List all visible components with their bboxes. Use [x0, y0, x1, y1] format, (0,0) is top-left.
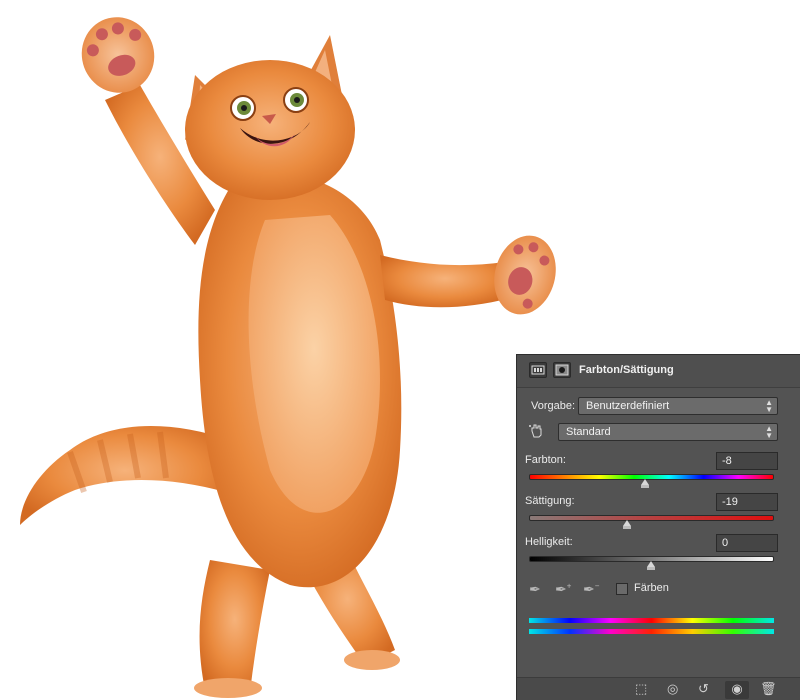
- saturation-label: Sättigung:: [525, 495, 575, 507]
- preset-select-value: Benutzerdefiniert: [586, 400, 670, 412]
- colorize-label: Färben: [634, 582, 669, 594]
- channel-select-value: Standard: [566, 426, 611, 438]
- hue-label: Farbton:: [525, 454, 566, 466]
- clip-to-layer-icon[interactable]: ⬚: [635, 681, 647, 697]
- hue-slider-track[interactable]: [529, 474, 774, 480]
- panel-header: Farbton/Sättigung: [517, 355, 800, 388]
- output-color-bar: [529, 629, 774, 634]
- reset-icon[interactable]: ↺: [698, 681, 709, 697]
- properties-panel: Farbton/Sättigung Vorgabe: Benutzerdefin…: [516, 354, 800, 700]
- eyedropper-minus-icon[interactable]: ✒−: [583, 581, 599, 598]
- saturation-slider-track[interactable]: [529, 515, 774, 521]
- panel-footer: ⬚ ◎ ↺ ◉ 🗑: [517, 677, 800, 700]
- adjustment-layer-button[interactable]: [529, 362, 547, 378]
- eye-icon[interactable]: ◉: [725, 681, 749, 699]
- lightness-input[interactable]: 0: [716, 534, 778, 552]
- input-color-bar: [529, 618, 774, 623]
- preset-select[interactable]: Benutzerdefiniert ▲ ▼: [578, 397, 778, 415]
- hue-slider-thumb[interactable]: [641, 479, 650, 488]
- colorize-checkbox[interactable]: [616, 583, 628, 595]
- eyedropper-icon[interactable]: ✒: [529, 581, 541, 598]
- mask-button[interactable]: [553, 362, 571, 378]
- trash-icon[interactable]: 🗑: [760, 681, 777, 697]
- lightness-slider-thumb[interactable]: [646, 561, 655, 570]
- hue-input[interactable]: -8: [716, 452, 778, 470]
- adjustment-layer-icon: [531, 365, 545, 375]
- preset-label: Vorgabe:: [531, 400, 576, 412]
- mask-icon: [555, 364, 569, 376]
- panel-title: Farbton/Sättigung: [579, 364, 674, 376]
- chevron-updown-icon: ▲ ▼: [765, 398, 773, 414]
- view-previous-state-icon[interactable]: ◎: [667, 681, 678, 697]
- chevron-updown-icon: ▲ ▼: [765, 424, 773, 440]
- lightness-label: Helligkeit:: [525, 536, 573, 548]
- eyedropper-plus-icon[interactable]: ✒+: [555, 581, 571, 598]
- saturation-input[interactable]: -19: [716, 493, 778, 511]
- targeted-adjustment-icon[interactable]: [528, 423, 544, 439]
- saturation-slider-thumb[interactable]: [623, 520, 632, 529]
- channel-select[interactable]: Standard ▲ ▼: [558, 423, 778, 441]
